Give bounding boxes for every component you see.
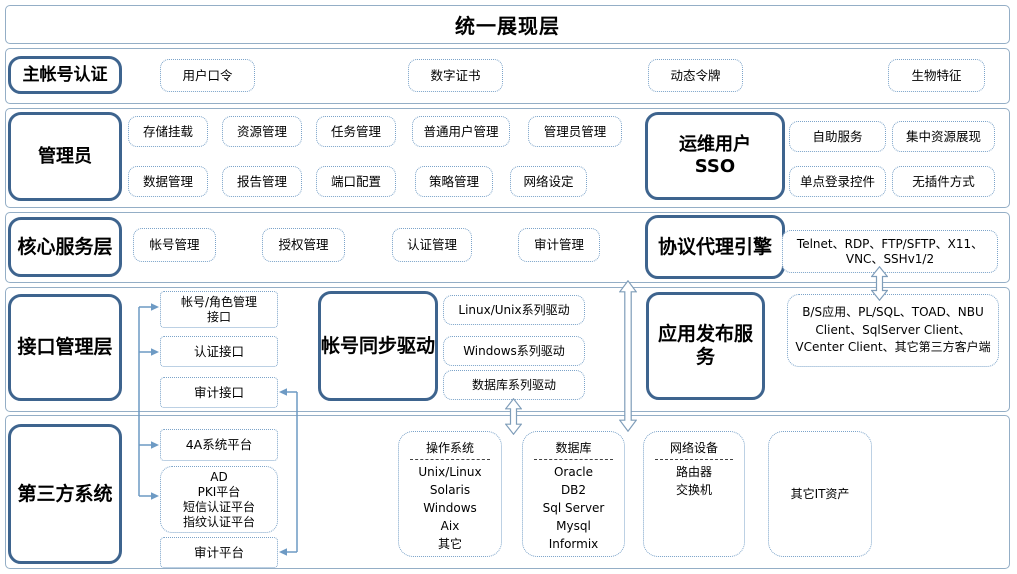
asset-os-line: Solaris: [399, 481, 501, 499]
sso-item-central-resource: 集中资源展现: [892, 121, 995, 152]
panel-presentation-layer: 统一展现层: [5, 5, 1010, 44]
auth-item-biometric: 生物特征: [888, 59, 985, 92]
admin-item-task-mgmt: 任务管理: [316, 116, 396, 147]
admin-item-resource-mgmt: 资源管理: [222, 116, 302, 147]
asset-net-line: 路由器: [644, 463, 744, 481]
iface-item-auth: 认证接口: [160, 336, 278, 367]
asset-db-line: DB2: [523, 481, 624, 499]
asset-box-os: 操作系统 Unix/Linux Solaris Windows Aix 其它: [398, 431, 502, 557]
admin-item-data-mgmt: 数据管理: [128, 166, 208, 197]
sync-driver-windows: Windows系列驱动: [443, 336, 585, 366]
label-interface-layer: 接口管理层: [8, 294, 122, 401]
sso-item-self-service: 自助服务: [789, 121, 886, 152]
asset-db-line: Oracle: [523, 463, 624, 481]
core-item-authorization-mgmt: 授权管理: [262, 228, 345, 262]
asset-box-other-it: 其它IT资产: [768, 431, 872, 557]
label-admin: 管理员: [8, 112, 122, 201]
label-primary-auth: 主帐号认证: [8, 56, 122, 94]
thirdparty-item-ad-pki: AD PKI平台 短信认证平台 指纹认证平台: [160, 466, 278, 533]
iface-item-audit: 审计接口: [160, 377, 278, 408]
architecture-diagram: 统一展现层 主帐号认证 用户口令 数字证书 动态令牌 生物特征 管理员 存储挂载…: [0, 0, 1017, 574]
asset-os-line: Aix: [399, 517, 501, 535]
label-protocol-proxy: 协议代理引擎: [645, 215, 785, 279]
asset-box-database: 数据库 Oracle DB2 Sql Server Mysql Informix: [522, 431, 625, 557]
asset-db-divider: [534, 459, 613, 460]
label-app-publish: 应用发布服务: [646, 292, 765, 400]
auth-item-certificate: 数字证书: [408, 59, 503, 92]
sso-item-sso-control: 单点登录控件: [789, 166, 886, 197]
iface-item-account-role: 帐号/角色管理接口: [160, 291, 278, 328]
ad-pki-lines: AD PKI平台 短信认证平台 指纹认证平台: [183, 470, 255, 530]
core-item-authentication-mgmt: 认证管理: [392, 228, 472, 262]
asset-os-title: 操作系统: [399, 439, 501, 457]
thirdparty-item-audit-platform: 审计平台: [160, 537, 278, 568]
asset-os-line: 其它: [399, 535, 501, 553]
core-item-account-mgmt: 帐号管理: [133, 228, 216, 262]
asset-db-line: Sql Server: [523, 499, 624, 517]
asset-db-line: Mysql: [523, 517, 624, 535]
admin-item-user-mgmt: 普通用户管理: [412, 116, 510, 147]
proxy-protocols: Telnet、RDP、FTP/SFTP、X11、VNC、SSHv1/2: [782, 230, 998, 273]
admin-item-storage-mount: 存储挂载: [128, 116, 208, 147]
label-account-sync: 帐号同步驱动: [318, 291, 438, 401]
asset-db-line: Informix: [523, 535, 624, 553]
publish-clients: B/S应用、PL/SQL、TOAD、NBU Client、SqlServer C…: [787, 294, 999, 367]
admin-item-policy-mgmt: 策略管理: [415, 166, 493, 197]
admin-item-network-settings: 网络设定: [510, 166, 587, 197]
label-core-service: 核心服务层: [8, 217, 122, 277]
asset-os-line: Unix/Linux: [399, 463, 501, 481]
label-thirdparty: 第三方系统: [8, 424, 122, 564]
sso-item-pluginless: 无插件方式: [892, 166, 995, 197]
asset-db-title: 数据库: [523, 439, 624, 457]
admin-item-report-mgmt: 报告管理: [222, 166, 302, 197]
sync-driver-linux-unix: Linux/Unix系列驱动: [443, 295, 585, 325]
auth-item-password: 用户口令: [160, 59, 255, 92]
admin-item-port-config: 端口配置: [316, 166, 396, 197]
asset-net-line: 交换机: [644, 481, 744, 499]
sync-driver-database: 数据库系列驱动: [443, 370, 585, 400]
page-title: 统一展现层: [6, 6, 1009, 43]
asset-net-title: 网络设备: [644, 439, 744, 457]
asset-box-network: 网络设备 路由器 交换机: [643, 431, 745, 557]
asset-net-divider: [655, 459, 733, 460]
label-ops-sso: 运维用户SSO: [645, 112, 785, 200]
panel-auth-row: [5, 48, 1010, 104]
auth-item-token: 动态令牌: [648, 59, 743, 92]
asset-other-title: 其它IT资产: [791, 485, 850, 503]
admin-item-admin-mgmt: 管理员管理: [528, 116, 622, 147]
asset-os-divider: [410, 459, 490, 460]
ops-sso-text: 运维用户SSO: [679, 134, 751, 177]
core-item-audit-mgmt: 审计管理: [518, 228, 600, 262]
asset-os-line: Windows: [399, 499, 501, 517]
thirdparty-item-4a-platform: 4A系统平台: [160, 429, 278, 461]
